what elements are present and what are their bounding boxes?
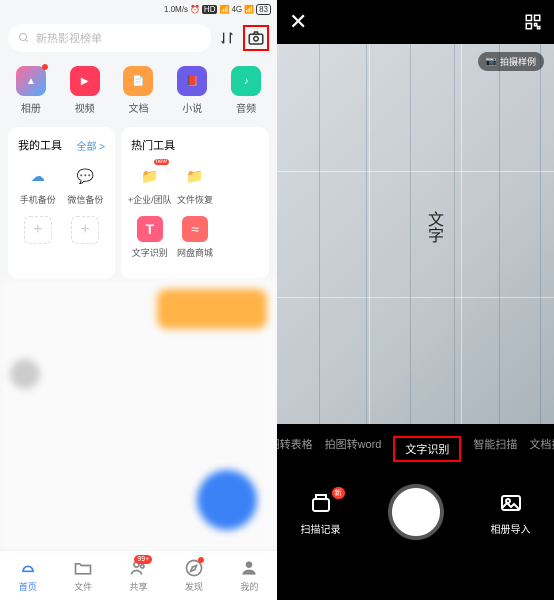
status-bar: 1.0M/s ⏰ HD 📶 4G 📶 83 bbox=[0, 0, 277, 18]
mode-smart[interactable]: 智能扫描 bbox=[473, 436, 517, 462]
search-placeholder: 新热影视榜单 bbox=[36, 30, 102, 46]
tab-home[interactable]: 首页 bbox=[0, 551, 55, 600]
category-novel[interactable]: 📕小说 bbox=[177, 66, 207, 115]
shutter-button[interactable] bbox=[388, 484, 444, 540]
category-album[interactable]: ▲相册 bbox=[16, 66, 46, 115]
mode-ocr-highlighted[interactable]: 文字识别 bbox=[399, 442, 455, 458]
camera-button-highlighted[interactable] bbox=[243, 25, 269, 51]
tab-files[interactable]: 文件 bbox=[55, 551, 110, 600]
tab-share[interactable]: 99+共享 bbox=[111, 551, 166, 600]
category-audio[interactable]: ♪音频 bbox=[231, 66, 261, 115]
sample-badge[interactable]: 📷 拍摄样例 bbox=[478, 52, 544, 71]
category-video[interactable]: ▶视频 bbox=[70, 66, 100, 115]
tab-profile[interactable]: 我的 bbox=[222, 551, 277, 600]
tool-ocr[interactable]: T文字识别 bbox=[127, 216, 172, 259]
mode-table[interactable]: 拍图转表格 bbox=[277, 436, 313, 462]
tool-add-1[interactable]: + bbox=[14, 216, 62, 244]
tool-phone-backup[interactable]: ☁手机备份 bbox=[14, 163, 62, 206]
tab-bar: 首页 文件 99+共享 发现 我的 bbox=[0, 550, 277, 600]
tab-discover[interactable]: 发现 bbox=[166, 551, 221, 600]
mode-doc[interactable]: 文档扫描 bbox=[529, 436, 554, 462]
document-text: 文字 bbox=[421, 211, 445, 243]
tool-wechat-backup[interactable]: 💬微信备份 bbox=[62, 163, 110, 206]
search-input[interactable]: 新热影视榜单 bbox=[8, 24, 211, 52]
qr-icon[interactable] bbox=[524, 13, 542, 31]
sort-icon[interactable] bbox=[217, 28, 237, 48]
category-document[interactable]: 📄文档 bbox=[123, 66, 153, 115]
tool-add-2[interactable]: + bbox=[62, 216, 110, 244]
my-tools-all[interactable]: 全部 > bbox=[77, 138, 106, 153]
tool-store[interactable]: ≈网盘商城 bbox=[172, 216, 217, 259]
album-import[interactable]: 相册导入 bbox=[491, 489, 531, 536]
mode-word[interactable]: 拍图转word bbox=[325, 436, 382, 462]
blurred-content bbox=[0, 279, 277, 550]
tool-file-recovery[interactable]: 📁文件恢复 bbox=[172, 163, 217, 206]
hot-tools-card: 热门工具 📁new+企业/团队 📁文件恢复 T文字识别 ≈网盘商城 bbox=[121, 127, 269, 279]
my-tools-title: 我的工具 bbox=[18, 137, 62, 153]
camera-viewfinder: 📷 拍摄样例 文字 bbox=[277, 44, 554, 424]
hot-tools-title: 热门工具 bbox=[131, 137, 175, 153]
scan-history[interactable]: 新 扫描记录 bbox=[301, 489, 341, 536]
category-row: ▲相册 ▶视频 📄文档 📕小说 ♪音频 bbox=[0, 58, 277, 127]
my-tools-card: 我的工具全部 > ☁手机备份 💬微信备份 + + bbox=[8, 127, 115, 279]
scan-modes[interactable]: 拍图转表格 拍图转word 文字识别 智能扫描 文档扫描 bbox=[277, 424, 554, 474]
tool-enterprise[interactable]: 📁new+企业/团队 bbox=[127, 163, 172, 206]
close-icon[interactable]: ✕ bbox=[289, 9, 307, 35]
